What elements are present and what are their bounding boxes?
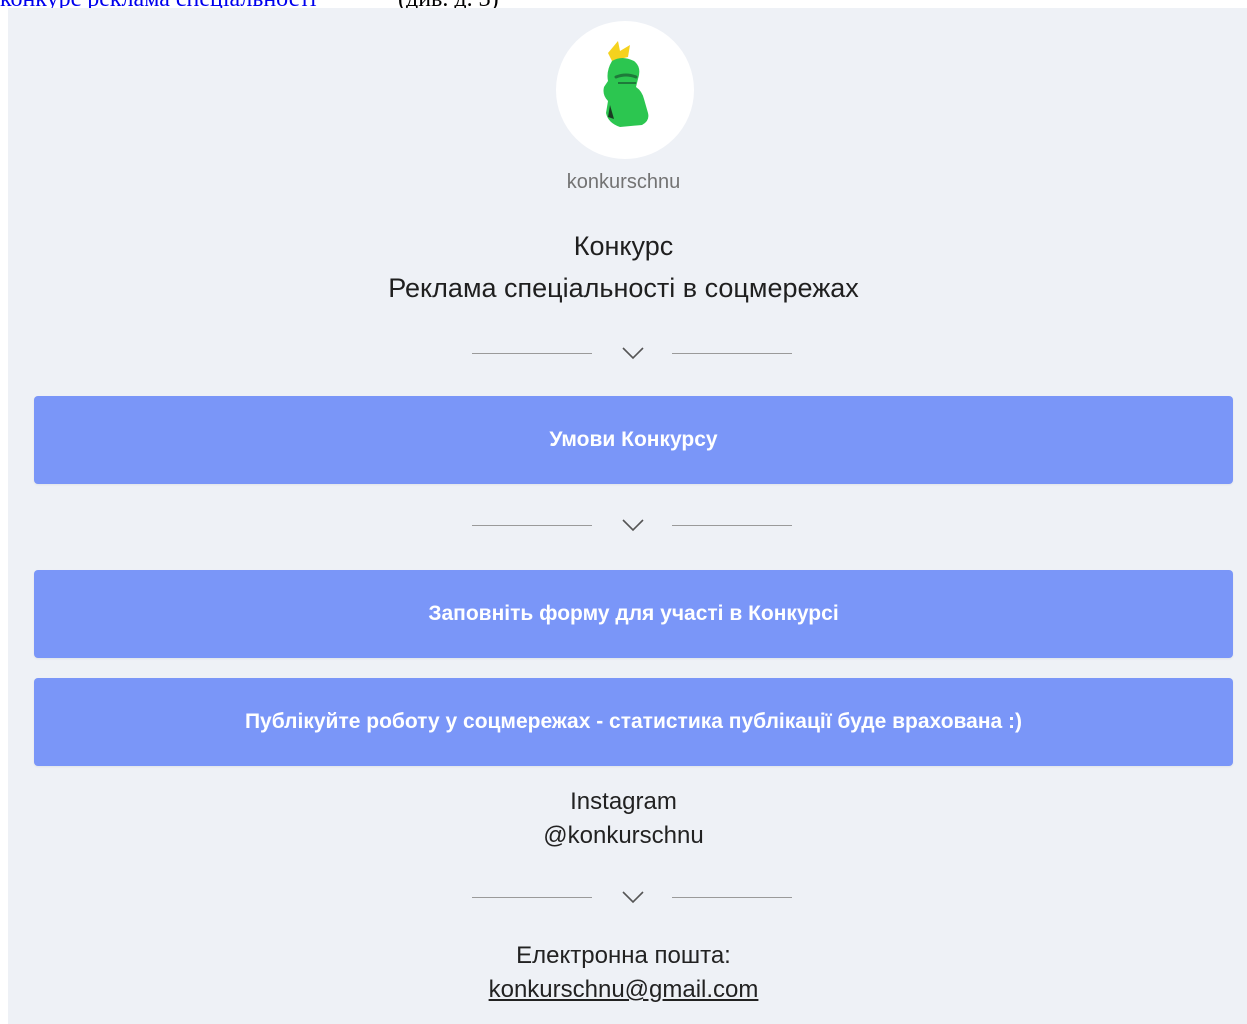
top-suffix-text: (див. д. 3) [398,0,499,8]
divider-line [672,897,792,898]
email-link[interactable]: konkurschnu@gmail.com [489,976,759,1003]
social-network-label: Instagram [570,788,677,815]
top-strip: конкурс реклама спеціальності (див. д. 3… [0,0,1247,8]
green-knight-helmet-icon [603,41,649,127]
conditions-button[interactable]: Умови Конкурсу [34,396,1233,484]
email-row: konkurschnu@gmail.com [0,976,1247,1004]
divider-line [672,525,792,526]
profile-username: konkurschnu [566,171,681,193]
email-label: Електронна пошта: [516,942,731,969]
section-divider [472,344,792,364]
profile-subtitle: Реклама спеціальності в соцмережах [388,273,859,303]
top-link[interactable]: конкурс реклама спеціальності [0,0,317,8]
divider-line [472,525,592,526]
profile-title: Конкурс [573,231,674,261]
participation-form-button[interactable]: Заповніть форму для участі в Конкурсі [34,570,1233,658]
chevron-down-icon [622,347,644,360]
publish-work-button-label: Публікуйте роботу у соцмережах - статист… [244,710,1023,733]
conditions-button-label: Умови Конкурсу [549,428,718,451]
divider-line [472,897,592,898]
divider-line [672,353,792,354]
section-divider [472,516,792,536]
divider-line [472,353,592,354]
participation-form-button-label: Заповніть форму для участі в Конкурсі [428,602,839,625]
social-handle: @konkurschnu [543,822,704,849]
chevron-down-icon [622,519,644,532]
publish-work-button[interactable]: Публікуйте роботу у соцмережах - статист… [34,678,1233,766]
section-divider [472,888,792,908]
chevron-down-icon [622,891,644,904]
avatar [556,21,694,159]
